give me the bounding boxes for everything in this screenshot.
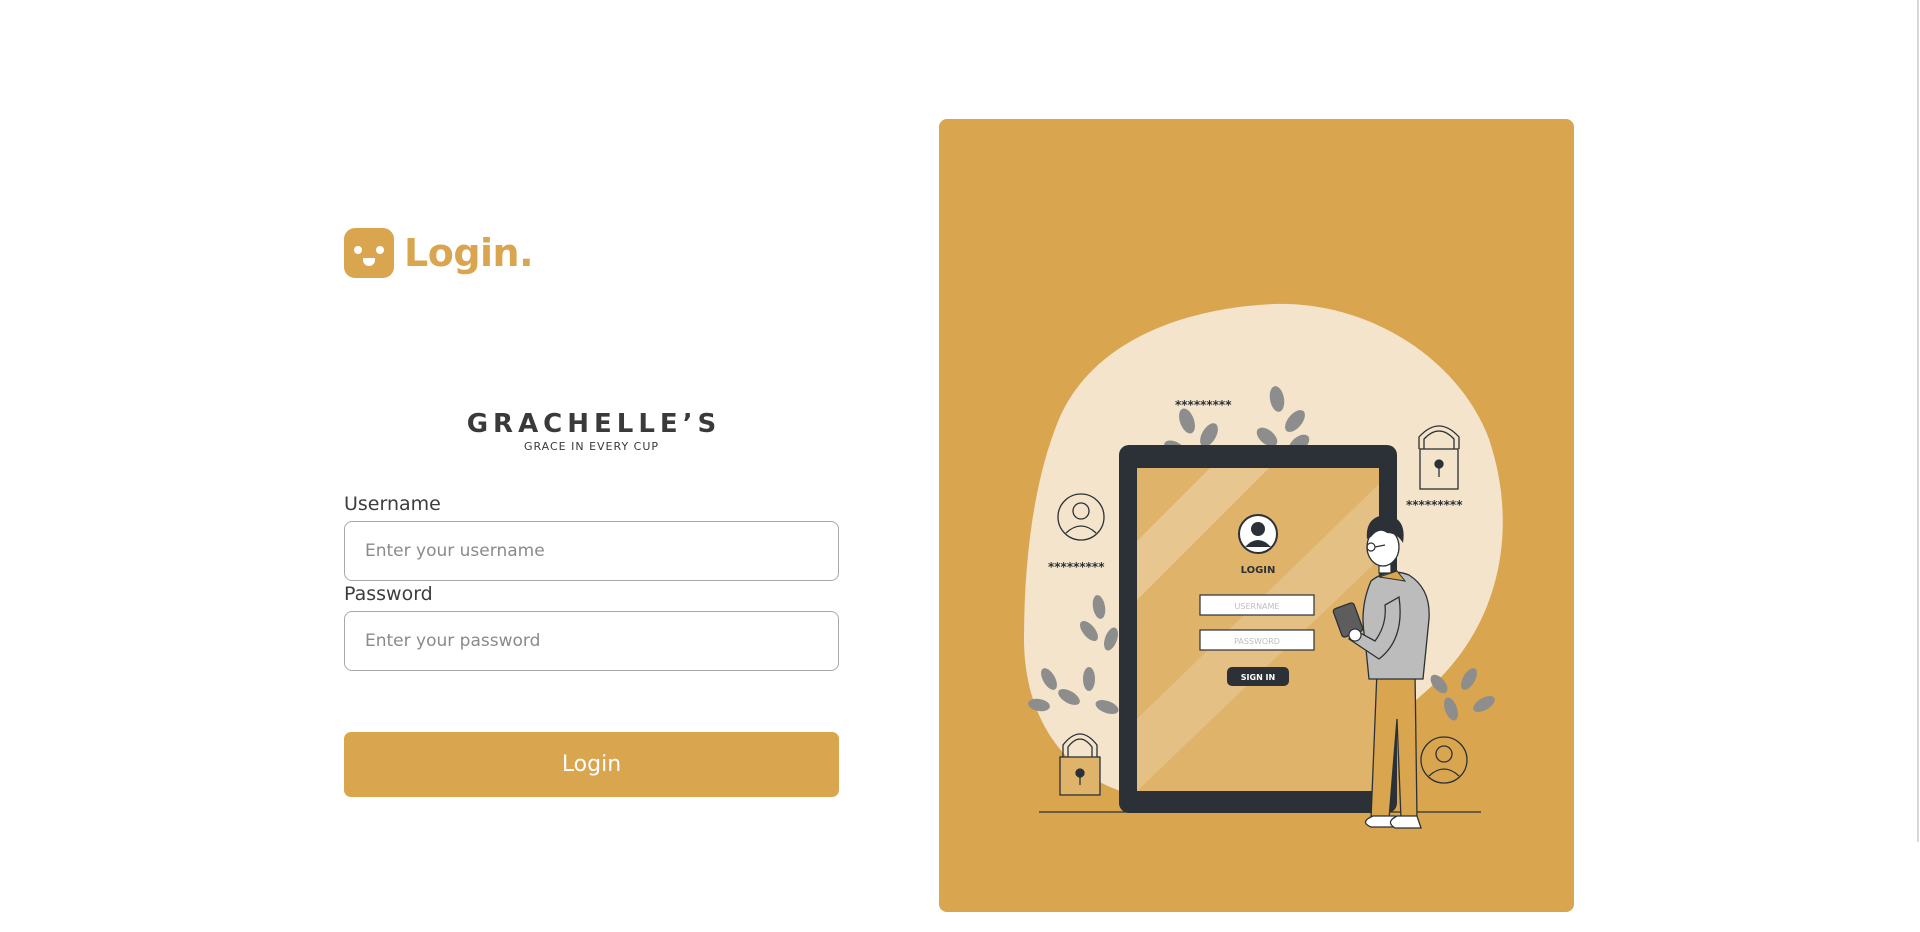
- login-header: Login.: [344, 228, 839, 278]
- smiley-logo-icon: [344, 228, 394, 278]
- logo-eye-right: [376, 246, 384, 254]
- masked-text-right: *********: [1406, 498, 1463, 512]
- login-page: Login. GRACHELLE’S GRACE IN EVERY CUP Us…: [0, 0, 1920, 932]
- password-input[interactable]: [344, 611, 839, 671]
- login-illustration: LOGIN USERNAME PASSWORD SIGN IN ********…: [1024, 303, 1503, 829]
- masked-text-left: *********: [1048, 560, 1105, 574]
- login-illustration-card: LOGIN USERNAME PASSWORD SIGN IN ********…: [939, 119, 1574, 912]
- user-circle-right-icon: [1420, 736, 1468, 784]
- username-label: Username: [344, 493, 441, 515]
- screen-avatar-head: [1251, 522, 1265, 536]
- logo-eye-left: [354, 246, 362, 254]
- screen-login-title: LOGIN: [1241, 565, 1276, 576]
- screen-username-placeholder: USERNAME: [1235, 602, 1280, 611]
- logo-mouth: [363, 258, 375, 266]
- brand-tagline: GRACE IN EVERY CUP: [523, 440, 660, 453]
- password-label: Password: [344, 583, 433, 605]
- screen-signin-label: SIGN IN: [1241, 673, 1275, 682]
- screen-password-placeholder: PASSWORD: [1234, 637, 1280, 646]
- brand-name: GRACHELLE’S: [466, 409, 722, 439]
- login-form: Username Password Login: [344, 492, 839, 797]
- brand-block: GRACHELLE’S GRACE IN EVERY CUP: [344, 409, 839, 454]
- page-title: Login.: [404, 231, 534, 275]
- login-button[interactable]: Login: [344, 732, 839, 797]
- username-input[interactable]: [344, 521, 839, 581]
- page-scroll-edge: [1917, 0, 1919, 842]
- login-panel: Login. GRACHELLE’S GRACE IN EVERY CUP Us…: [344, 228, 839, 797]
- masked-text-top: *********: [1175, 398, 1232, 412]
